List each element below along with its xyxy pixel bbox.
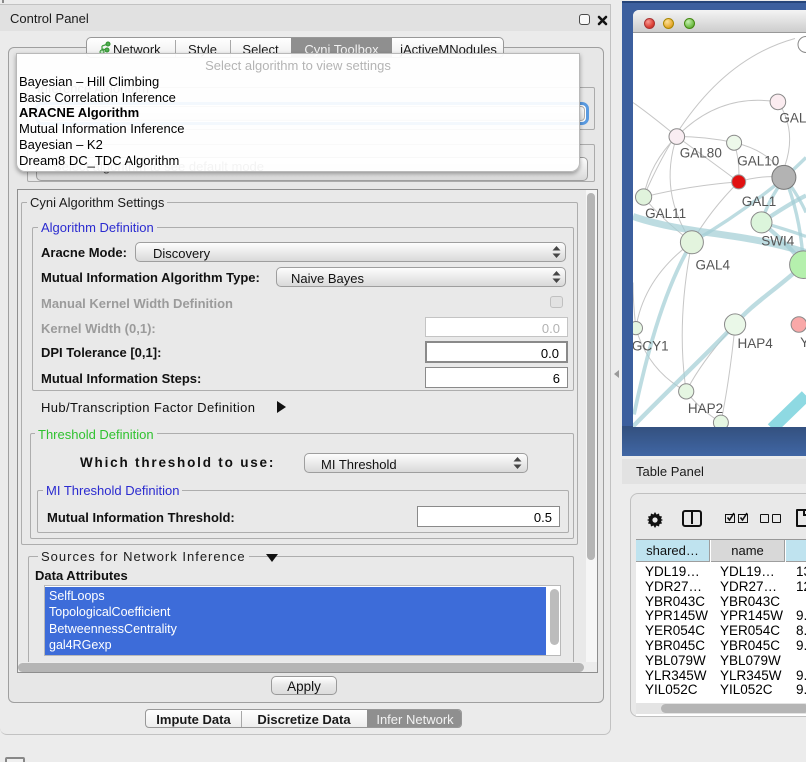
svg-text:HAP4: HAP4 xyxy=(738,336,774,351)
svg-text:GAL4: GAL4 xyxy=(696,258,731,273)
svg-text:Y: Y xyxy=(800,335,806,350)
svg-text:GCY1: GCY1 xyxy=(633,339,669,354)
svg-text:SWI4: SWI4 xyxy=(761,234,794,249)
svg-text:GAL80: GAL80 xyxy=(680,146,722,161)
svg-text:GAL7: GAL7 xyxy=(779,111,806,126)
svg-text:GAL11: GAL11 xyxy=(645,206,686,221)
svg-text:GAL10: GAL10 xyxy=(737,154,779,169)
svg-text:GAL1: GAL1 xyxy=(742,194,777,209)
svg-text:HAP2: HAP2 xyxy=(688,401,723,416)
